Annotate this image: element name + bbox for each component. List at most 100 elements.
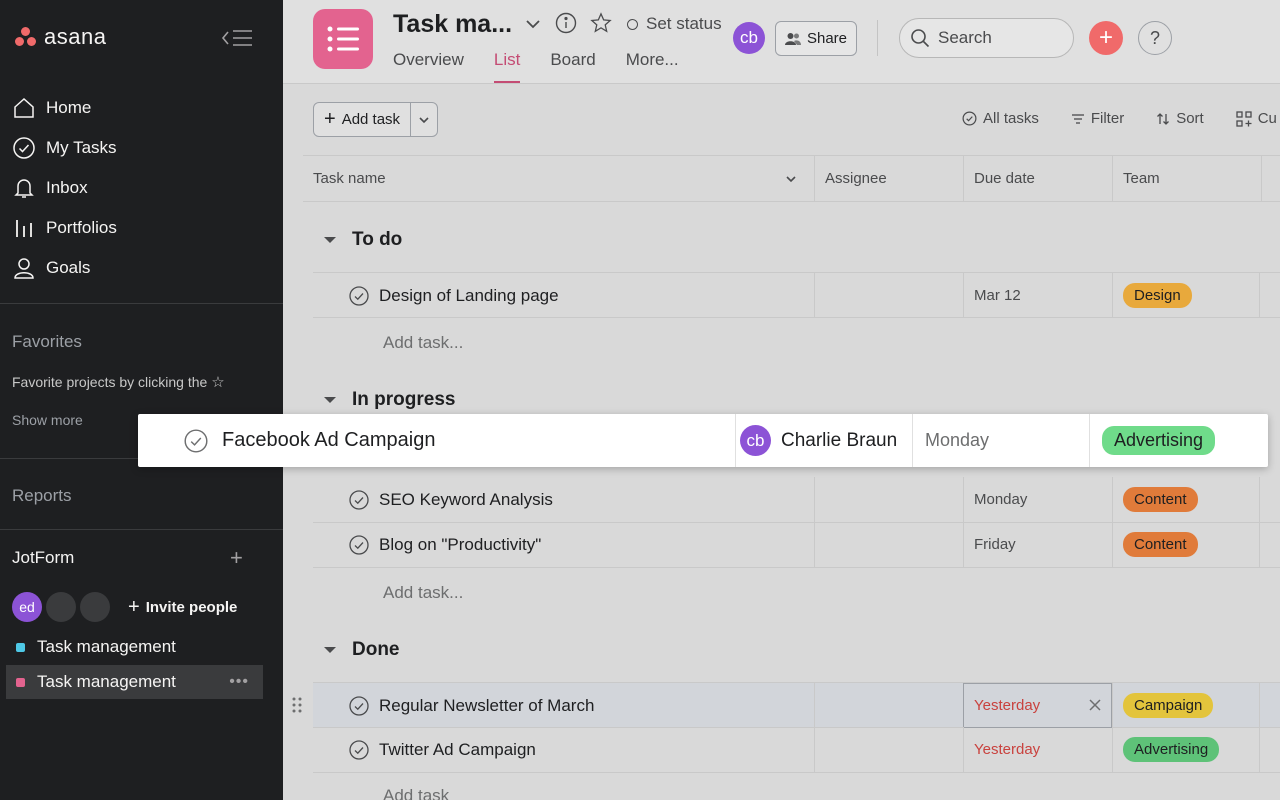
- team-cell[interactable]: Campaign: [1112, 683, 1261, 728]
- due-date-cell[interactable]: Yesterday: [963, 683, 1112, 728]
- add-task-row[interactable]: Add task...: [383, 333, 463, 353]
- assignee-cell[interactable]: cb Charlie Braun: [735, 414, 912, 467]
- sidebar-project-task-management-active[interactable]: Task management •••: [6, 665, 263, 699]
- tab-list[interactable]: List: [493, 50, 521, 84]
- assignee-cell[interactable]: [814, 683, 963, 728]
- add-task-row[interactable]: Add task...: [383, 583, 463, 603]
- customize-button[interactable]: Cu: [1236, 110, 1277, 127]
- check-circle-icon[interactable]: [184, 428, 208, 453]
- check-circle-icon[interactable]: [349, 695, 369, 716]
- bell-icon: [14, 179, 34, 198]
- search-icon: [911, 29, 930, 48]
- check-circle-icon[interactable]: [349, 739, 369, 760]
- info-icon[interactable]: [555, 12, 577, 34]
- triangle-down-icon: [324, 647, 336, 653]
- team-cell[interactable]: Advertising: [1089, 414, 1268, 467]
- search-input[interactable]: [938, 28, 1058, 48]
- sort-button[interactable]: Sort: [1156, 110, 1204, 127]
- team-cell[interactable]: Design: [1112, 273, 1261, 318]
- tab-more[interactable]: More...: [626, 50, 679, 84]
- avatar[interactable]: cb: [733, 22, 765, 54]
- sidebar: asana Home My Tasks Inbox Portfolios Goa…: [0, 0, 283, 800]
- chevron-down-icon[interactable]: [523, 14, 543, 34]
- filter-icon: [1071, 113, 1084, 124]
- all-tasks-button[interactable]: All tasks: [962, 110, 1039, 127]
- assignee-cell[interactable]: [814, 273, 963, 318]
- task-name[interactable]: SEO Keyword Analysis: [379, 490, 553, 510]
- team-tag: Advertising: [1102, 426, 1216, 455]
- column-header-due-date[interactable]: Due date: [963, 155, 1112, 202]
- add-task-dropdown[interactable]: [411, 103, 437, 136]
- nav-portfolios[interactable]: Portfolios: [12, 208, 117, 248]
- sidebar-project-task-management[interactable]: Task management: [6, 630, 263, 664]
- tab-overview[interactable]: Overview: [393, 50, 464, 84]
- drag-handle-icon[interactable]: [290, 695, 304, 715]
- nav-inbox[interactable]: Inbox: [12, 168, 117, 208]
- dragged-task-row[interactable]: Facebook Ad Campaign cb Charlie Braun Mo…: [138, 414, 1268, 467]
- due-date-cell[interactable]: Mar 12: [963, 273, 1112, 318]
- nav-home[interactable]: Home: [12, 88, 117, 128]
- table-row[interactable]: Design of Landing page Mar 12 Design: [313, 272, 1280, 318]
- due-date-cell[interactable]: Yesterday: [963, 727, 1112, 772]
- star-icon[interactable]: [590, 12, 612, 34]
- column-header-team[interactable]: Team: [1112, 155, 1261, 202]
- reports-link[interactable]: Reports: [12, 486, 72, 506]
- home-icon: [14, 97, 34, 118]
- due-date-cell[interactable]: Monday: [912, 414, 1089, 467]
- nav-goals[interactable]: Goals: [12, 248, 117, 288]
- avatar[interactable]: ed: [12, 592, 42, 622]
- chevron-down-icon: [419, 116, 429, 123]
- team-cell[interactable]: Advertising: [1112, 727, 1261, 772]
- set-status-button[interactable]: Set status: [627, 14, 722, 34]
- table-row[interactable]: SEO Keyword Analysis Monday Content: [313, 477, 1280, 523]
- project-color-square: [16, 642, 25, 652]
- share-button[interactable]: Share: [775, 21, 857, 56]
- team-cell[interactable]: Content: [1112, 522, 1261, 567]
- due-date-cell[interactable]: Friday: [963, 522, 1112, 567]
- check-circle-icon[interactable]: [349, 489, 369, 510]
- task-name[interactable]: Facebook Ad Campaign: [222, 429, 435, 452]
- quick-add-button[interactable]: +: [1089, 21, 1123, 55]
- check-circle-icon: [962, 111, 977, 126]
- asana-logo[interactable]: asana: [14, 24, 106, 50]
- section-header-todo[interactable]: To do: [322, 229, 402, 251]
- assignee-cell[interactable]: [814, 522, 963, 567]
- table-row[interactable]: Regular Newsletter of March Yesterday Ca…: [313, 682, 1280, 728]
- sidebar-divider: [0, 529, 283, 530]
- more-options-icon[interactable]: •••: [229, 673, 249, 691]
- add-task-row[interactable]: Add task: [383, 786, 449, 800]
- section-header-done[interactable]: Done: [322, 639, 400, 661]
- section-header-in-progress[interactable]: In progress: [322, 389, 455, 411]
- sidebar-divider: [0, 303, 283, 304]
- assignee-cell[interactable]: [814, 727, 963, 772]
- task-name[interactable]: Twitter Ad Campaign: [379, 740, 536, 760]
- column-header-assignee[interactable]: Assignee: [814, 155, 963, 202]
- help-button[interactable]: ?: [1138, 21, 1172, 55]
- search-box[interactable]: [899, 18, 1074, 58]
- invite-people-button[interactable]: + Invite people: [128, 596, 237, 619]
- bar-chart-icon: [16, 220, 32, 237]
- tab-board[interactable]: Board: [550, 50, 595, 84]
- task-name[interactable]: Design of Landing page: [379, 286, 559, 306]
- add-task-button[interactable]: + Add task: [314, 103, 412, 136]
- grid-icon: [1236, 110, 1252, 127]
- close-icon[interactable]: [1087, 697, 1103, 713]
- team-name[interactable]: JotForm: [12, 548, 74, 568]
- collapse-sidebar-icon[interactable]: [220, 26, 254, 50]
- table-row[interactable]: Blog on "Productivity" Friday Content: [313, 522, 1280, 568]
- check-circle-icon[interactable]: [349, 534, 369, 555]
- task-name[interactable]: Regular Newsletter of March: [379, 696, 594, 716]
- filter-button[interactable]: Filter: [1071, 110, 1124, 127]
- due-date-cell[interactable]: Monday: [963, 477, 1112, 522]
- task-name[interactable]: Blog on "Productivity": [379, 535, 541, 555]
- table-row[interactable]: Twitter Ad Campaign Yesterday Advertisin…: [313, 727, 1280, 773]
- favorites-title[interactable]: Favorites: [12, 332, 82, 352]
- add-project-icon[interactable]: +: [230, 545, 243, 571]
- check-circle-icon[interactable]: [349, 285, 369, 306]
- show-more-link[interactable]: Show more: [12, 412, 83, 428]
- column-header-task-name[interactable]: Task name: [303, 155, 814, 202]
- nav-my-tasks[interactable]: My Tasks: [12, 128, 117, 168]
- project-title[interactable]: Task ma...: [393, 10, 512, 39]
- assignee-cell[interactable]: [814, 477, 963, 522]
- team-cell[interactable]: Content: [1112, 477, 1261, 522]
